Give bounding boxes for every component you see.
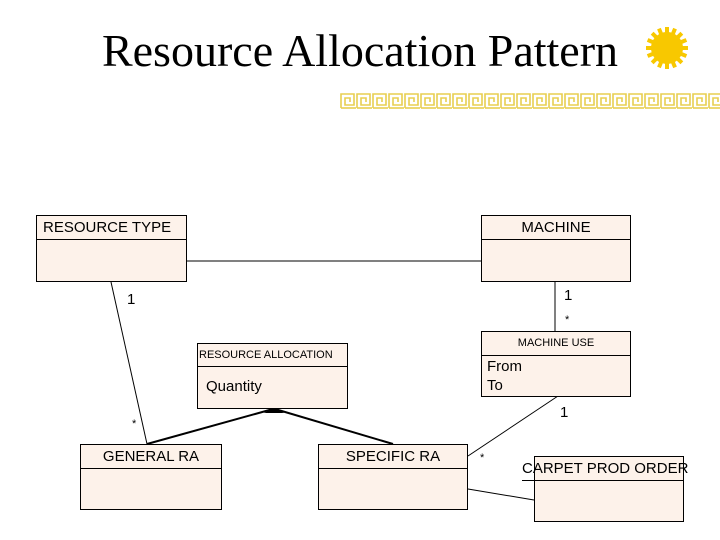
class-name: MACHINE — [482, 216, 630, 240]
class-attributes — [319, 469, 467, 477]
class-machine-use[interactable]: MACHINE USE From To — [481, 331, 631, 397]
multiplicity-label: 1 — [564, 287, 573, 304]
generalization-specific-ra — [274, 408, 394, 445]
class-specific-ra[interactable]: SPECIFIC RA — [318, 444, 468, 510]
class-attributes — [535, 481, 683, 489]
class-name: RESOURCE TYPE — [37, 216, 186, 240]
class-carpet-prod-order[interactable]: CARPET PROD ORDER — [522, 456, 688, 522]
class-attributes — [81, 469, 221, 477]
multiplicity-label: 1 — [127, 291, 136, 308]
multiplicity-label: * — [480, 452, 485, 464]
class-attributes: Quantity — [206, 378, 262, 395]
class-resource-type[interactable]: RESOURCE TYPE — [36, 215, 187, 282]
class-resource-allocation[interactable]: RESOURCE ALLOCATION Quantity — [197, 343, 348, 409]
assoc-specific-ra-carpet — [467, 488, 535, 501]
multiplicity-label: * — [132, 418, 137, 430]
class-general-ra[interactable]: GENERAL RA — [80, 444, 222, 510]
class-attributes — [482, 240, 630, 248]
class-attributes: From To — [487, 358, 522, 394]
class-name: CARPET PROD ORDER — [522, 457, 688, 481]
multiplicity-label: * — [565, 314, 570, 326]
assoc-machine-use-specific-ra — [467, 395, 559, 457]
class-machine[interactable]: MACHINE — [481, 215, 631, 282]
class-attributes — [37, 240, 186, 248]
class-name: SPECIFIC RA — [319, 445, 467, 469]
multiplicity-label: 1 — [560, 404, 569, 421]
generalization-general-ra — [146, 408, 274, 445]
class-name: GENERAL RA — [81, 445, 221, 469]
class-name: RESOURCE ALLOCATION — [198, 344, 347, 367]
class-name: MACHINE USE — [482, 332, 630, 356]
